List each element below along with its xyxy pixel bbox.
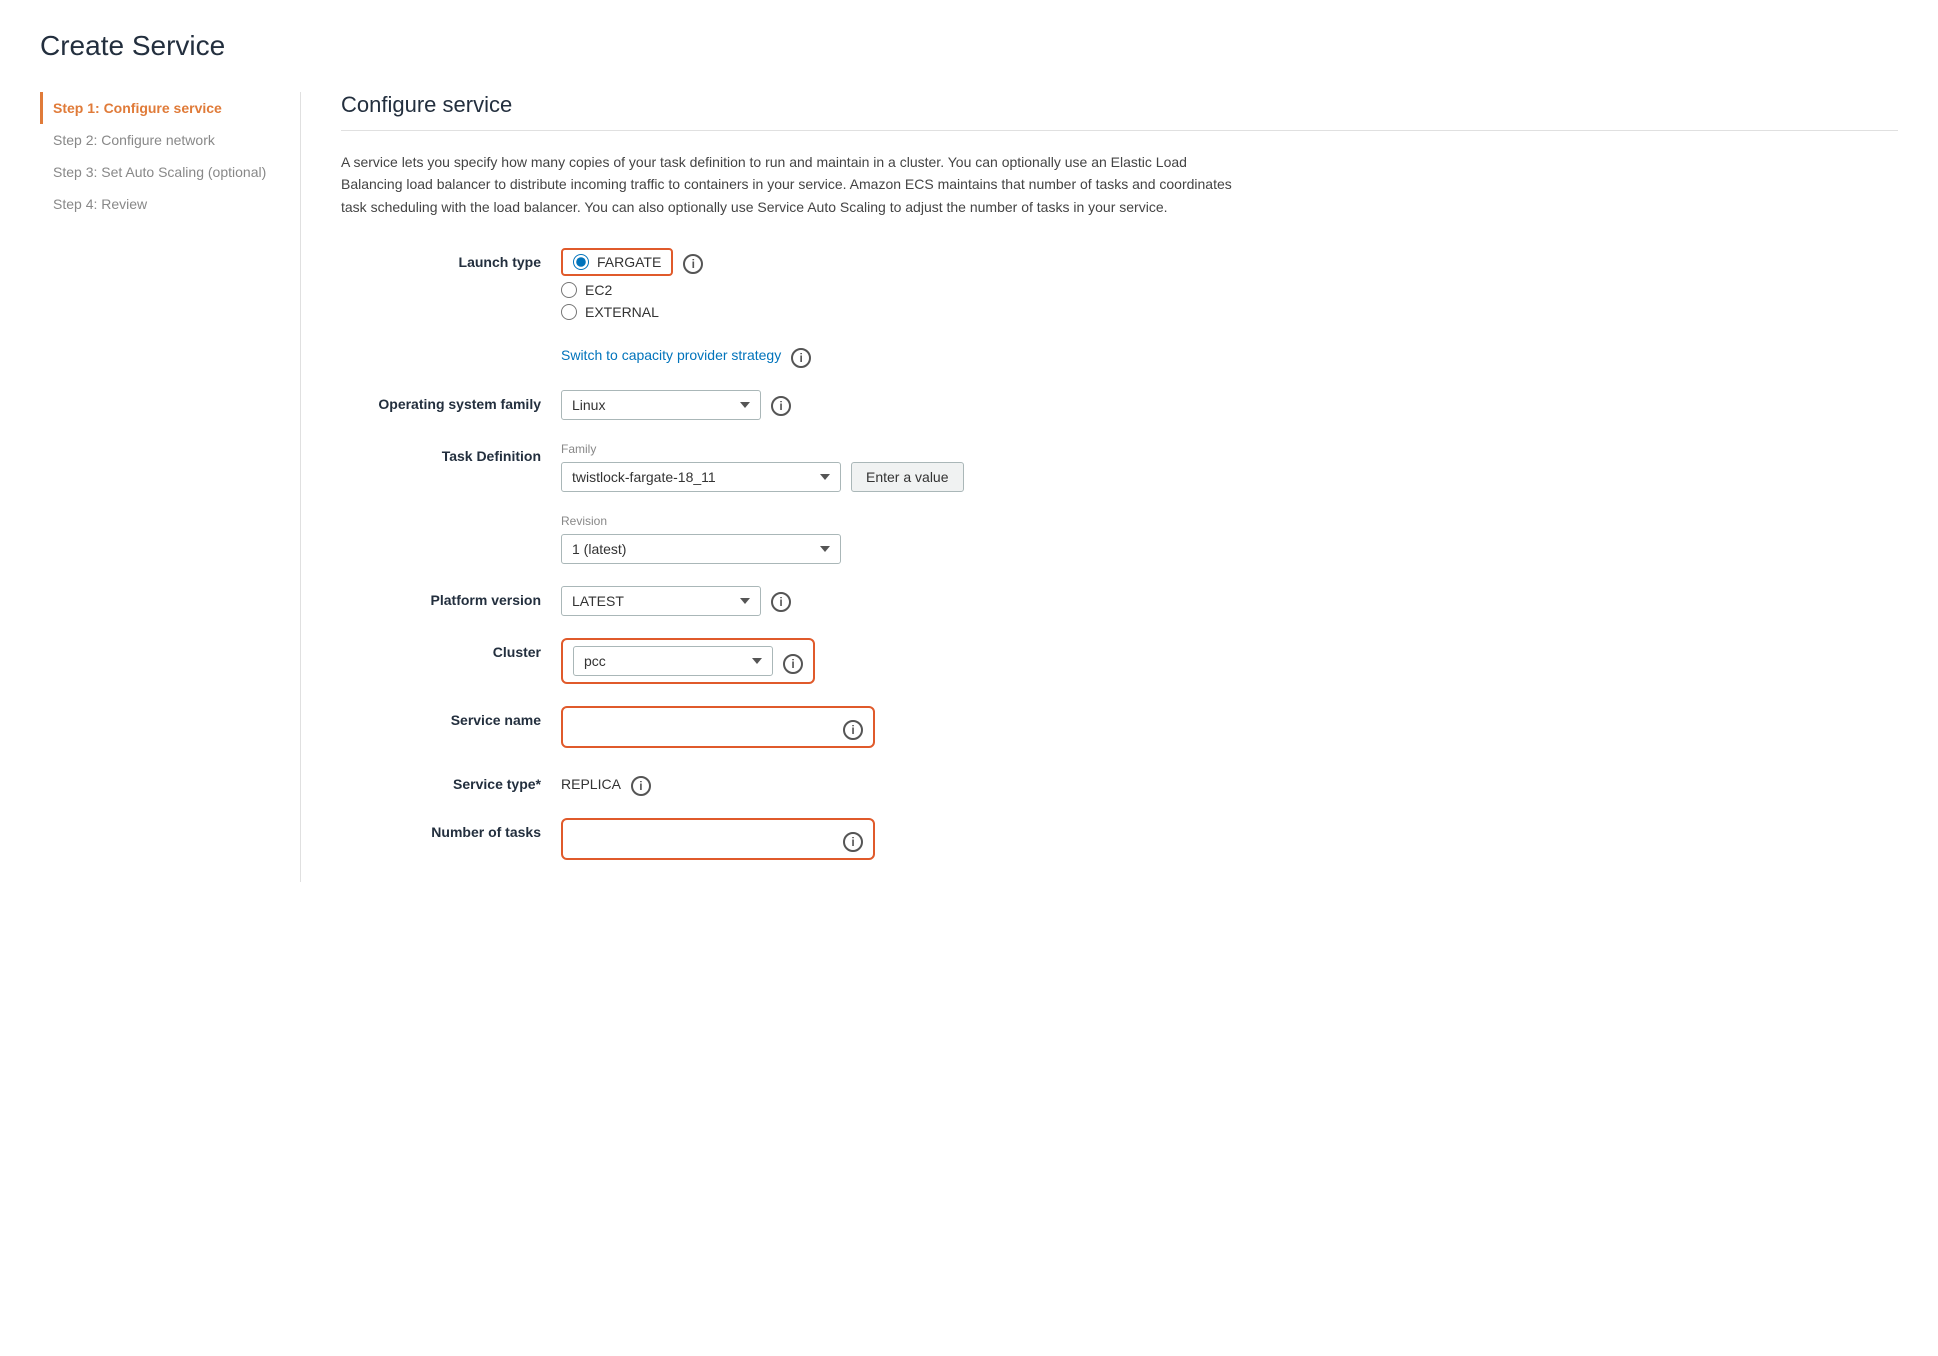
enter-value-button[interactable]: Enter a value — [851, 462, 964, 492]
task-def-revision-row: Revision 1 (latest) — [341, 514, 1241, 564]
sidebar-item-step4[interactable]: Step 4: Review — [40, 188, 270, 220]
number-of-tasks-controls: i — [561, 818, 1241, 860]
service-name-label: Service name — [341, 706, 561, 728]
cluster-highlighted-wrapper: pcc i — [561, 638, 815, 684]
service-type-value: REPLICA — [561, 770, 621, 792]
service-type-row: Service type* REPLICA i — [341, 770, 1241, 796]
service-type-info-icon[interactable]: i — [631, 776, 651, 796]
platform-version-label: Platform version — [341, 586, 561, 608]
main-content: Configure service A service lets you spe… — [300, 92, 1898, 882]
platform-version-info-icon[interactable]: i — [771, 592, 791, 612]
os-family-label: Operating system family — [341, 390, 561, 412]
task-def-family-select[interactable]: twistlock-fargate-18_11 — [561, 462, 841, 492]
os-family-controls: Linux Windows i — [561, 390, 1241, 420]
launch-type-ec2-option[interactable]: EC2 — [561, 282, 673, 298]
section-divider — [341, 130, 1898, 131]
service-type-controls: REPLICA i — [561, 770, 1241, 796]
launch-type-external-option[interactable]: EXTERNAL — [561, 304, 673, 320]
task-def-revision-empty-label — [341, 514, 561, 520]
task-def-revision-controls: Revision 1 (latest) — [561, 514, 1241, 564]
sidebar: Step 1: Configure service Step 2: Config… — [40, 92, 300, 882]
task-def-revision-select[interactable]: 1 (latest) — [561, 534, 841, 564]
section-title: Configure service — [341, 92, 1898, 118]
platform-version-select[interactable]: LATEST — [561, 586, 761, 616]
service-name-controls: i — [561, 706, 1241, 748]
number-of-tasks-label: Number of tasks — [341, 818, 561, 840]
launch-type-row: Launch type FARGATE EC2 — [341, 248, 1241, 320]
cluster-label: Cluster — [341, 638, 561, 660]
task-def-label: Task Definition — [341, 442, 561, 464]
switch-capacity-link[interactable]: Switch to capacity provider strategy — [561, 347, 781, 363]
launch-type-radio-group: FARGATE EC2 EXTERNAL — [561, 248, 673, 320]
launch-type-external-radio[interactable] — [561, 304, 577, 320]
task-def-family-sublabel: Family — [561, 442, 964, 456]
external-label: EXTERNAL — [585, 304, 659, 320]
task-def-controls: Family twistlock-fargate-18_11 Enter a v… — [561, 442, 1241, 492]
launch-type-fargate-radio[interactable] — [573, 254, 589, 270]
platform-version-controls: LATEST i — [561, 586, 1241, 616]
sidebar-item-step3[interactable]: Step 3: Set Auto Scaling (optional) — [40, 156, 270, 188]
section-description: A service lets you specify how many copi… — [341, 151, 1241, 218]
service-name-info-icon[interactable]: i — [843, 720, 863, 740]
task-def-revision-sublabel: Revision — [561, 514, 841, 528]
os-family-info-icon[interactable]: i — [771, 396, 791, 416]
launch-type-info-icon[interactable]: i — [683, 254, 703, 274]
task-def-revision-group: Revision 1 (latest) — [561, 514, 841, 564]
number-of-tasks-highlighted-wrapper: i — [561, 818, 875, 860]
sidebar-item-step1[interactable]: Step 1: Configure service — [40, 92, 270, 124]
launch-type-controls: FARGATE EC2 EXTERNAL i — [561, 248, 1241, 320]
fargate-label: FARGATE — [597, 254, 661, 270]
cluster-row: Cluster pcc i — [341, 638, 1241, 684]
sidebar-item-step2[interactable]: Step 2: Configure network — [40, 124, 270, 156]
cluster-select[interactable]: pcc — [573, 646, 773, 676]
switch-capacity-row: Switch to capacity provider strategy i — [341, 342, 1898, 368]
task-def-row: Task Definition Family twistlock-fargate… — [341, 442, 1241, 492]
number-of-tasks-info-icon[interactable]: i — [843, 832, 863, 852]
number-of-tasks-input[interactable] — [573, 829, 833, 849]
platform-version-row: Platform version LATEST i — [341, 586, 1241, 616]
cluster-controls: pcc i — [561, 638, 1241, 684]
service-type-label: Service type* — [341, 770, 561, 792]
os-family-select[interactable]: Linux Windows — [561, 390, 761, 420]
os-family-row: Operating system family Linux Windows i — [341, 390, 1241, 420]
fargate-highlighted-wrapper: FARGATE — [561, 248, 673, 276]
cluster-info-icon[interactable]: i — [783, 654, 803, 674]
service-name-row: Service name i — [341, 706, 1241, 748]
service-name-input[interactable] — [573, 717, 833, 737]
launch-type-label: Launch type — [341, 248, 561, 270]
task-def-family-group: Family twistlock-fargate-18_11 Enter a v… — [561, 442, 964, 492]
launch-type-fargate-option[interactable]: FARGATE — [561, 248, 673, 276]
service-name-highlighted-wrapper: i — [561, 706, 875, 748]
ec2-label: EC2 — [585, 282, 612, 298]
capacity-info-icon[interactable]: i — [791, 348, 811, 368]
number-of-tasks-row: Number of tasks i — [341, 818, 1241, 860]
launch-type-ec2-radio[interactable] — [561, 282, 577, 298]
page-title: Create Service — [40, 30, 1898, 62]
